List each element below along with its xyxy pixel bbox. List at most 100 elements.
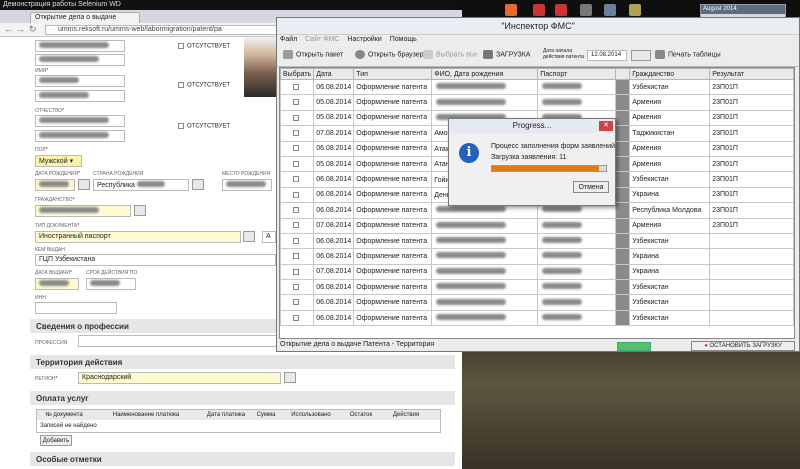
row-checkbox[interactable] [292,314,299,321]
column-header[interactable]: № документа [37,410,91,420]
row-citizenship: Узбекистан [629,279,711,296]
close-icon[interactable]: ✕ [599,121,613,131]
row-checkbox[interactable] [292,145,299,152]
column-header[interactable]: Тип [353,68,433,80]
column-header[interactable]: ФИО, Дата рождения [431,68,539,80]
column-header[interactable]: Наименование платежа [91,410,201,420]
surname-latin-field[interactable] [35,54,125,66]
column-header[interactable]: Выбрать [280,68,315,80]
table-row[interactable]: 07.08.2014 Оформление патента Армения 23П01… [280,217,794,234]
sex-select[interactable]: Мужской ▾ [35,155,82,167]
row-fio [431,248,539,265]
load-button[interactable]: ЗАГРУЗКА [483,50,530,59]
row-checkbox[interactable] [292,253,299,260]
column-header[interactable]: Сумма [251,410,281,420]
list-icon[interactable] [284,372,296,383]
row-checkbox[interactable] [292,191,299,198]
menu-settings[interactable]: Настройки [347,36,381,43]
row-result-text: 23П01П [712,145,738,153]
stop-loading-button[interactable]: ● ОСТАНОВИТЬ ЗАГРУЗКУ [691,341,795,351]
doc-series-field[interactable]: A [262,231,276,243]
row-checkbox[interactable] [292,114,299,121]
table-row[interactable]: 06.08.2014 Оформление патента Узбекистан 23… [280,78,794,96]
issuer-field[interactable]: ГЦП Узбекистана [35,254,276,266]
row-checkbox[interactable] [292,130,299,137]
validity-field[interactable] [86,278,136,290]
row-checkbox[interactable] [292,176,299,183]
row-checkbox[interactable] [292,206,299,213]
row-checkbox[interactable] [292,160,299,167]
calendar-icon[interactable] [78,179,90,190]
name-absent-checkbox[interactable]: ОТСУТСТВУЕТ [178,82,230,89]
column-header[interactable]: Результат [709,68,794,80]
row-checkbox[interactable] [292,83,299,90]
calendar-icon[interactable] [631,50,651,61]
firefox-icon[interactable] [505,4,517,16]
app-icon[interactable] [604,4,616,16]
table-row[interactable]: 05.08.2014 Оформление патента Армения 23П01… [280,94,794,111]
back-icon[interactable]: ← [4,24,13,34]
surname-field[interactable] [35,40,125,52]
row-citizenship-text: Армения [632,114,662,122]
open-browser-button[interactable]: Открыть браузер [355,50,424,59]
place-field[interactable] [222,179,272,191]
region-field[interactable]: Краснодарский [78,372,281,384]
doctype-field[interactable]: Иностранный паспорт [35,231,241,243]
column-header[interactable]: Дата платежа [201,410,251,420]
surname-absent-checkbox[interactable]: ОТСУТСТВУЕТ [178,43,230,50]
select-all-button[interactable]: Выбрать все [423,50,477,59]
row-checkbox[interactable] [292,222,299,229]
menu-site[interactable]: Сайт ФМС [305,36,339,43]
table-row[interactable]: 07.08.2014 Оформление патента Украина [280,263,794,281]
cancel-button[interactable]: Отмена [573,181,609,193]
menu-help[interactable]: Помощь [390,36,417,43]
dob-field[interactable] [35,179,75,191]
citizenship-field[interactable] [35,205,131,217]
row-checkbox[interactable] [292,283,299,290]
table-row[interactable]: 06.08.2014 Оформление патента Узбекистан [280,294,794,311]
app-icon[interactable] [629,4,641,16]
app-icon[interactable] [580,4,592,16]
country-field[interactable]: Республика [93,179,189,191]
issued-field[interactable] [35,278,79,290]
add-payment-button[interactable]: Добавить [40,435,72,446]
list-icon[interactable] [243,231,255,242]
select-checkbox [280,294,315,311]
table-row[interactable]: 06.08.2014 Оформление патента Украина [280,248,794,265]
menu-file[interactable]: Файл [280,36,297,43]
inn-field[interactable] [35,302,117,314]
row-passport [537,248,617,265]
pdf-icon[interactable] [555,4,567,16]
row-checkbox[interactable] [292,99,299,106]
column-header[interactable]: Действия [381,410,431,420]
browser-tab[interactable]: Открытие дела о выдаче [30,12,140,23]
open-packet-button[interactable]: Открыть пакет [283,50,343,59]
name-field[interactable] [35,75,125,87]
row-photo [615,309,631,327]
row-type: Оформление патента [353,78,433,96]
column-header[interactable]: Паспорт [537,68,617,80]
row-checkbox[interactable] [292,299,299,306]
table-row[interactable]: 06.08.2014 Оформление патента Узбекистан [280,309,794,327]
reload-icon[interactable]: ↻ [29,24,37,35]
patronymic-latin-field[interactable] [35,130,125,142]
column-header[interactable]: Остаток [341,410,381,420]
column-header[interactable]: Гражданство [629,68,711,80]
calendar-icon[interactable] [192,179,204,190]
print-button[interactable]: Печать таблицы [655,50,721,59]
table-row[interactable]: 06.08.2014 Оформление патента Узбекистан [280,279,794,296]
column-header[interactable] [615,68,631,80]
patronymic-field[interactable] [35,115,125,127]
payment-table: № документа Наименование платежа Дата пл… [36,409,441,433]
table-row[interactable]: 06.08.2014 Оформление патента Узбекистан [280,232,794,250]
forward-icon[interactable]: → [16,24,25,34]
row-checkbox[interactable] [292,268,299,275]
name-latin-field[interactable] [35,90,125,102]
pdf-icon[interactable] [533,4,545,16]
column-header[interactable]: Дата [313,68,355,80]
column-header[interactable]: Использовано [281,410,341,420]
row-checkbox[interactable] [292,237,299,244]
date-field[interactable]: 12.08.2014 [587,50,627,61]
list-icon[interactable] [134,205,146,216]
patronymic-absent-checkbox[interactable]: ОТСУТСТВУЕТ [178,123,230,130]
